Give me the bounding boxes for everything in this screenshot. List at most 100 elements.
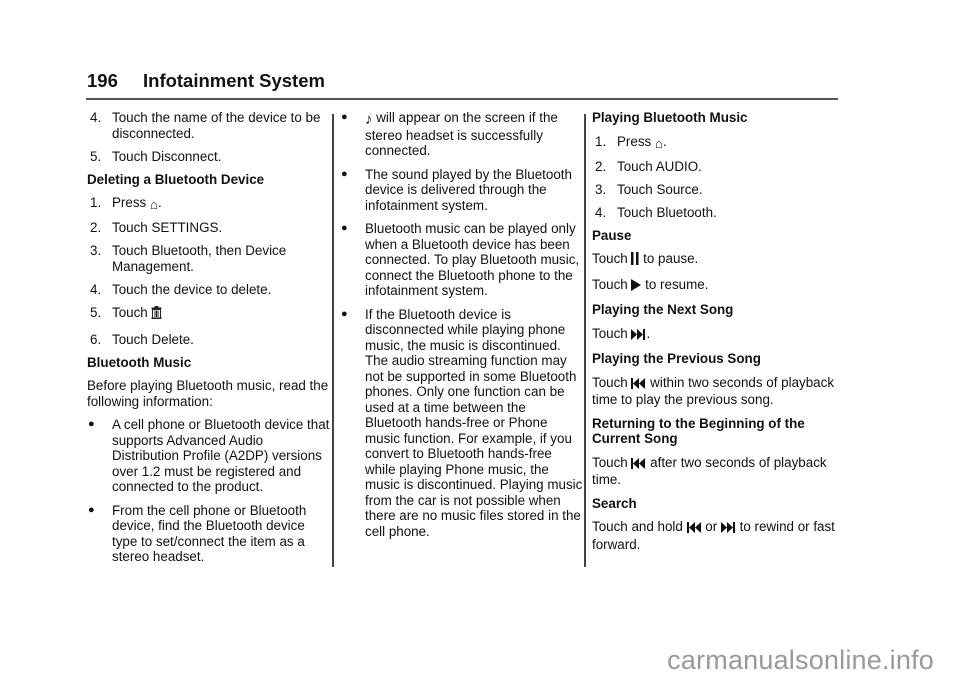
step-number: 2. <box>90 220 102 235</box>
text: to pause. <box>639 251 699 266</box>
next-instruction: Touch . <box>592 326 842 344</box>
previous-track-icon <box>631 457 646 473</box>
list-item: 1. Press ⌂. <box>592 134 842 152</box>
list-item: 3. Touch Bluetooth, then Device Managemen… <box>87 243 332 274</box>
step-number: 5. <box>90 304 102 320</box>
list-item: 4. Touch the name of the device to be dis… <box>87 110 332 141</box>
step-text: . <box>663 133 667 149</box>
step-text: Touch <box>112 304 152 320</box>
step-text: Press <box>617 133 655 149</box>
bullet-item: ● From the cell phone or Bluetooth device… <box>87 503 332 565</box>
step-number: 4. <box>595 204 607 220</box>
bullet-icon: ● <box>341 222 348 234</box>
bullet-item: ● The sound played by the Bluetooth devic… <box>340 167 585 214</box>
step-text: Press <box>112 195 150 210</box>
music-note-icon: ♪ <box>365 111 373 128</box>
bullet-icon: ● <box>88 418 95 430</box>
text: to resume. <box>641 276 709 292</box>
heading-pause: Pause <box>592 227 632 243</box>
step-number: 5. <box>90 148 102 164</box>
list-item: 5. Touch <box>87 305 332 325</box>
bullet-icon: ● <box>341 111 348 123</box>
step-text: Touch AUDIO. <box>617 158 702 174</box>
list-item: 5. Touch Disconnect. <box>87 149 332 165</box>
step-text: Touch Bluetooth, then Device Management. <box>112 243 287 274</box>
bullet-icon: ● <box>341 167 348 180</box>
list-item: 2. Touch AUDIO. <box>592 159 842 175</box>
text: Touch <box>592 325 632 341</box>
heading-playing-bluetooth-music: Playing Bluetooth Music <box>592 110 748 125</box>
step-text: Touch Source. <box>617 181 703 197</box>
step-number: 1. <box>90 195 102 210</box>
list-item: 6. Touch Delete. <box>87 332 332 348</box>
step-text: Touch the name of the device to be disco… <box>112 110 321 141</box>
previous-track-icon <box>631 377 646 393</box>
list-item: 1. Press ⌂. <box>87 195 332 213</box>
column-3: Playing Bluetooth Music 1. Press ⌂. 2. Tou… <box>592 110 842 560</box>
column-divider-1 <box>332 114 334 567</box>
list-item: 3. Touch Source. <box>592 182 842 198</box>
step-number: 4. <box>90 110 102 125</box>
step-number: 1. <box>595 133 607 149</box>
pause-instruction: Touch to pause. <box>592 251 842 269</box>
list-item: 4. Touch Bluetooth. <box>592 205 842 221</box>
text: or <box>701 519 721 534</box>
previous-track-icon <box>686 521 702 537</box>
text: Touch <box>592 276 632 292</box>
step-text: Touch Disconnect. <box>112 148 222 164</box>
bullet-text: The sound played by the Bluetooth device… <box>365 166 572 213</box>
bullet-item: ● ♪ will appear on the screen if the ster… <box>340 110 585 159</box>
heading-return-beginning: Returning to the Beginning of the Curren… <box>592 415 805 447</box>
column-1: 4. Touch the name of the device to be dis… <box>87 110 332 573</box>
home-icon: ⌂ <box>654 135 664 151</box>
watermark: carmanualsonline.info <box>667 645 934 675</box>
page-number: 196 <box>87 70 118 91</box>
heading-bluetooth-music: Bluetooth Music <box>87 354 192 370</box>
heading-previous-song: Playing the Previous Song <box>592 351 761 366</box>
heading-search: Search <box>592 495 637 511</box>
step-text: Touch SETTINGS. <box>112 220 223 235</box>
list-item: 2. Touch SETTINGS. <box>87 220 332 236</box>
heading-deleting-device: Deleting a Bluetooth Device <box>87 171 265 187</box>
text: Touch <box>592 454 632 470</box>
step-number: 2. <box>595 158 607 174</box>
step-number: 3. <box>595 181 607 197</box>
play-icon <box>631 278 642 295</box>
step-number: 3. <box>90 243 102 258</box>
column-2: ● ♪ will appear on the screen if the ster… <box>340 110 585 547</box>
bullet-icon: ● <box>341 307 348 320</box>
intro-paragraph: Before playing Bluetooth music, read the… <box>87 378 329 409</box>
home-icon: ⌂ <box>149 197 159 212</box>
search-instruction: Touch and hold or to rewind or fast forw… <box>592 519 842 552</box>
text: . <box>646 325 651 341</box>
previous-instruction: Touch within two seconds of playback tim… <box>592 375 842 408</box>
text: Touch <box>592 374 632 390</box>
bullet-text: will appear on the screen if the stereo … <box>365 110 558 158</box>
step-number: 6. <box>90 331 102 347</box>
step-text: . <box>158 195 162 210</box>
trash-icon <box>151 305 162 325</box>
step-text: Touch Bluetooth. <box>617 204 717 220</box>
header-rule <box>86 98 838 100</box>
bullet-text: If the Bluetooth device is disconnected … <box>365 306 583 539</box>
heading-next-song: Playing the Next Song <box>592 302 734 317</box>
restart-instruction: Touch after two seconds of playback time… <box>592 455 842 488</box>
bullet-item: ● A cell phone or Bluetooth device that s… <box>87 417 332 495</box>
bullet-text: Bluetooth music can be played only when … <box>365 221 580 298</box>
bullet-item: ● If the Bluetooth device is disconnected… <box>340 307 585 540</box>
list-item: 4. Touch the device to delete. <box>87 282 332 298</box>
step-text: Touch Delete. <box>112 331 194 347</box>
resume-instruction: Touch to resume. <box>592 277 842 295</box>
bullet-item: ● Bluetooth music can be played only when… <box>340 221 585 299</box>
step-text: Touch the device to delete. <box>112 281 272 297</box>
bullet-text: A cell phone or Bluetooth device that su… <box>112 417 330 494</box>
text: Touch <box>592 251 632 266</box>
step-number: 4. <box>90 281 102 297</box>
text: Touch and hold <box>592 519 687 534</box>
section-title: Infotainment System <box>143 70 325 91</box>
bullet-text: From the cell phone or Bluetooth device,… <box>112 502 307 565</box>
next-track-icon <box>720 521 736 537</box>
page-header: 196 Infotainment System <box>87 70 325 92</box>
bullet-icon: ● <box>88 503 95 516</box>
next-track-icon <box>631 328 646 344</box>
